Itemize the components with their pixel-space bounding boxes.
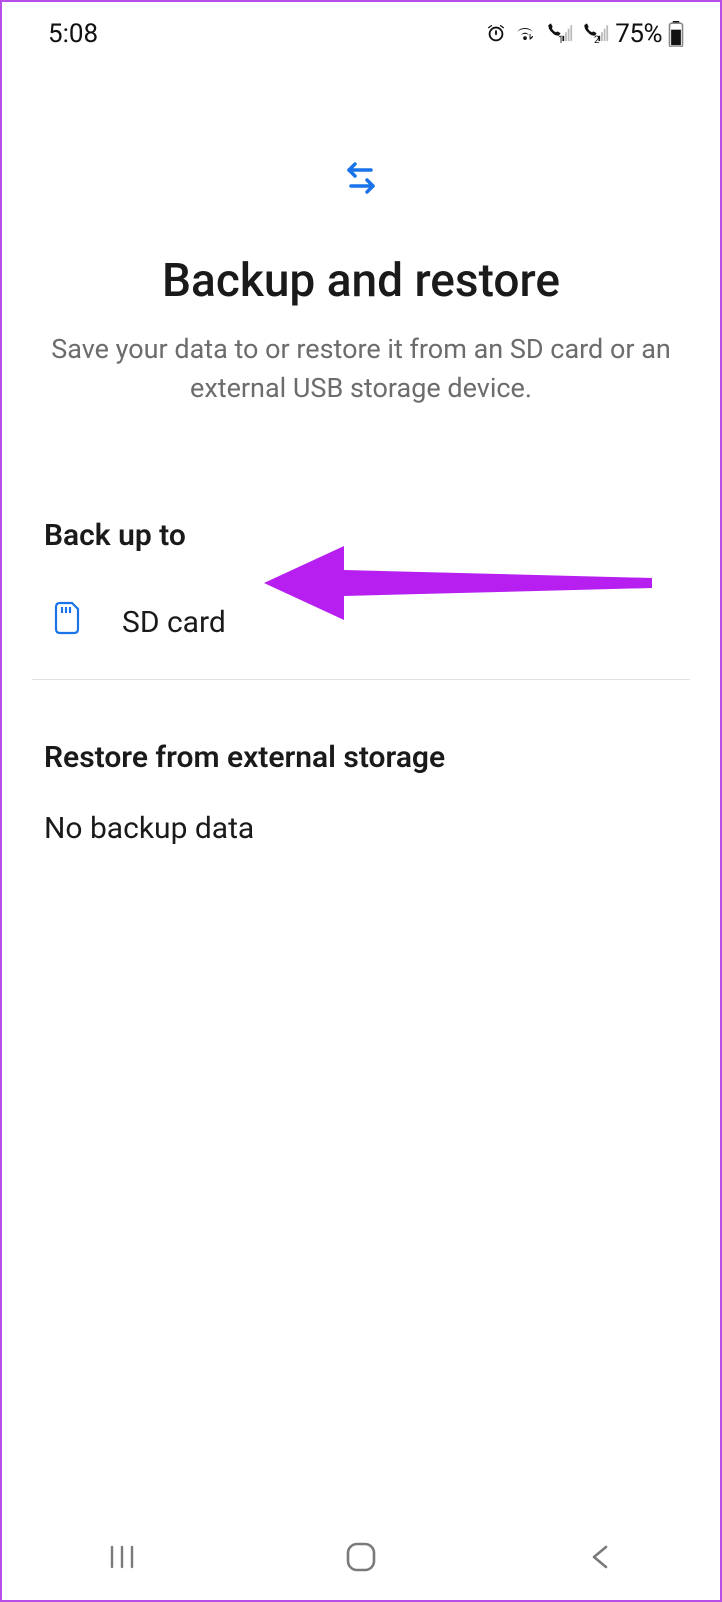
battery-percent: 75%	[615, 19, 662, 49]
sd-card-item[interactable]: SD card	[44, 589, 678, 679]
restore-section-title: Restore from external storage	[44, 740, 678, 775]
no-backup-label: No backup data	[44, 811, 678, 846]
recents-button[interactable]	[92, 1543, 152, 1571]
home-button[interactable]	[331, 1540, 391, 1574]
page-subtitle: Save your data to or restore it from an …	[42, 330, 680, 408]
wifi-icon	[513, 23, 537, 45]
navigation-bar	[2, 1514, 720, 1600]
back-button[interactable]	[570, 1543, 630, 1571]
status-right: 1 2 75%	[485, 19, 684, 49]
restore-section: Restore from external storage No backup …	[2, 740, 720, 846]
alarm-icon	[485, 23, 507, 45]
page-title: Backup and restore	[42, 254, 680, 308]
call-sim1-icon: 1	[543, 23, 573, 45]
backup-section: Back up to SD card	[2, 518, 720, 679]
call-sim2-icon: 2	[579, 23, 609, 45]
sd-card-label: SD card	[122, 605, 226, 640]
page-header: Backup and restore Save your data to or …	[2, 56, 720, 408]
status-time: 5:08	[48, 19, 98, 49]
status-bar: 5:08 1 2 75%	[2, 2, 720, 56]
transfer-icon	[339, 156, 383, 204]
battery-icon	[668, 21, 684, 47]
section-divider	[32, 679, 690, 680]
backup-section-title: Back up to	[44, 518, 678, 553]
sd-card-icon	[52, 601, 82, 643]
